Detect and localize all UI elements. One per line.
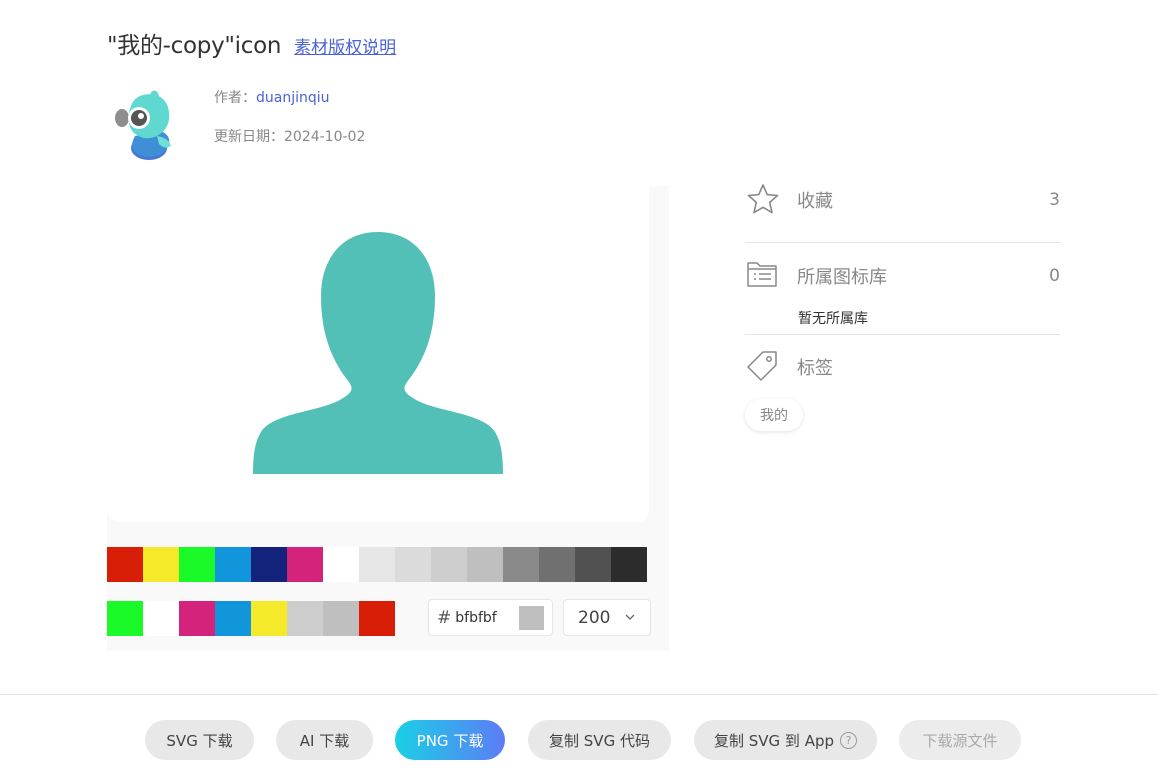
color-preview-swatch[interactable]	[519, 606, 544, 630]
star-icon[interactable]	[745, 182, 781, 218]
chevron-down-icon	[625, 614, 635, 620]
favorites-row[interactable]: 收藏 3	[745, 180, 1060, 220]
color-swatch[interactable]	[143, 601, 179, 636]
update-date-value: 2024-10-02	[284, 129, 366, 145]
download-source-button[interactable]: 下载源文件	[899, 720, 1021, 760]
icon-detail-page: "我的-copy"icon 素材版权说明 作者：duanjinqiu 更新日期：…	[0, 0, 1158, 783]
color-swatch[interactable]	[323, 601, 359, 636]
ai-download-button[interactable]: AI 下载	[276, 720, 373, 760]
copy-svg-to-app-button[interactable]: 复制 SVG 到 App ?	[694, 720, 877, 760]
tag-icon	[747, 351, 777, 381]
copy-svg-to-app-label: 复制 SVG 到 App	[713, 731, 834, 750]
folder-list-icon	[747, 262, 777, 287]
favorites-count: 3	[1049, 190, 1060, 210]
libraries-count: 0	[1049, 266, 1060, 286]
title-row: "我的-copy"icon 素材版权说明	[107, 26, 396, 60]
color-swatch[interactable]	[611, 547, 647, 582]
png-download-button[interactable]: PNG 下载	[395, 720, 505, 760]
author-meta: 作者：duanjinqiu	[214, 87, 330, 107]
color-swatch[interactable]	[323, 547, 359, 582]
color-swatch[interactable]	[539, 547, 575, 582]
color-swatch[interactable]	[359, 547, 395, 582]
color-swatch[interactable]	[143, 547, 179, 582]
color-swatch[interactable]	[107, 547, 143, 582]
palette-row-recent	[107, 601, 395, 636]
icon-info-sidebar: 收藏 3 所属图标库 0 暂无所属库 标签 我的	[745, 180, 1060, 431]
tags-row: 标签	[745, 347, 1060, 387]
favorites-label: 收藏	[797, 191, 833, 212]
color-swatch[interactable]	[431, 547, 467, 582]
author-block: 作者：duanjinqiu 更新日期：2024-10-02	[107, 86, 707, 166]
author-name-link[interactable]: duanjinqiu	[256, 90, 330, 106]
download-button-bar: SVG 下载 AI 下载 PNG 下载 复制 SVG 代码 复制 SVG 到 A…	[0, 720, 1158, 760]
tags-label: 标签	[797, 358, 833, 379]
color-swatch[interactable]	[251, 601, 287, 636]
palette-row-primary	[107, 547, 647, 582]
color-hex-input[interactable]: # bfbfbf	[428, 599, 553, 636]
page-title: "我的-copy"icon	[107, 33, 282, 59]
avatar[interactable]	[113, 90, 175, 162]
color-swatch[interactable]	[287, 601, 323, 636]
user-silhouette-icon	[253, 232, 503, 474]
copyright-link[interactable]: 素材版权说明	[294, 33, 396, 58]
update-date-meta: 更新日期：2024-10-02	[214, 126, 365, 146]
tag-list: 我的	[745, 387, 1060, 431]
svg-download-button[interactable]: SVG 下载	[145, 720, 254, 760]
color-swatch[interactable]	[575, 547, 611, 582]
libraries-row: 所属图标库 0	[745, 256, 1060, 296]
libraries-empty-text: 暂无所属库	[798, 311, 868, 327]
color-swatch[interactable]	[467, 547, 503, 582]
preview-panel: # bfbfbf 200	[107, 186, 669, 651]
tag-chip[interactable]: 我的	[745, 399, 803, 431]
hash-symbol: #	[437, 607, 452, 628]
libraries-label: 所属图标库	[797, 267, 887, 288]
color-swatch[interactable]	[359, 601, 395, 636]
color-swatch[interactable]	[287, 547, 323, 582]
size-value: 200	[578, 607, 611, 628]
footer-divider	[0, 694, 1158, 695]
update-date-label: 更新日期：	[214, 129, 284, 145]
color-swatch[interactable]	[179, 547, 215, 582]
author-label: 作者：	[214, 90, 256, 106]
color-swatch[interactable]	[215, 547, 251, 582]
help-icon[interactable]: ?	[840, 731, 857, 749]
color-swatch[interactable]	[395, 547, 431, 582]
color-swatch[interactable]	[179, 601, 215, 636]
color-swatch[interactable]	[215, 601, 251, 636]
size-select[interactable]: 200	[563, 599, 651, 636]
color-swatch[interactable]	[107, 601, 143, 636]
hex-value[interactable]: bfbfbf	[455, 610, 496, 626]
copy-svg-code-button[interactable]: 复制 SVG 代码	[528, 720, 671, 760]
color-swatch[interactable]	[251, 547, 287, 582]
color-swatch[interactable]	[503, 547, 539, 582]
icon-preview-card	[107, 186, 649, 522]
